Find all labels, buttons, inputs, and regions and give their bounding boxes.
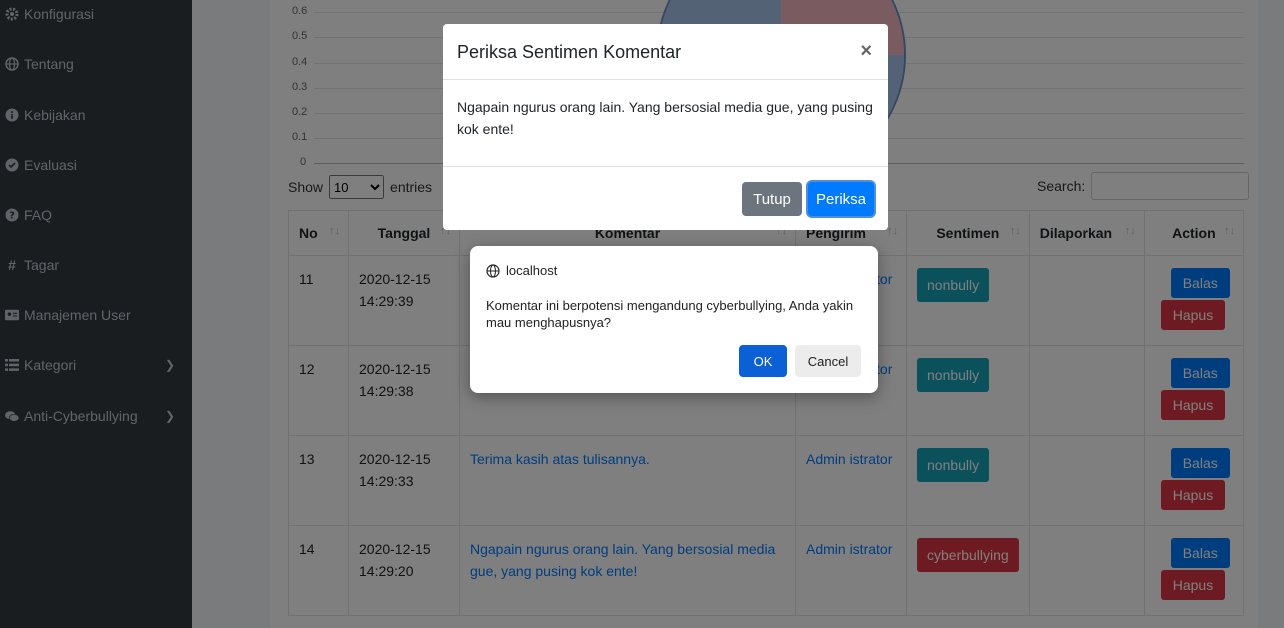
close-icon[interactable]: ×: [860, 40, 872, 63]
modal-header: Periksa Sentimen Komentar ×: [443, 24, 888, 80]
dialog-host-label: localhost: [506, 263, 558, 278]
modal-footer: Tutup Periksa: [443, 166, 888, 230]
globe-icon: [486, 263, 500, 278]
periksa-button[interactable]: Periksa: [808, 182, 874, 216]
ok-button[interactable]: OK: [739, 345, 787, 377]
tutup-button[interactable]: Tutup: [742, 182, 802, 216]
modal-body-text: Ngapain ngurus orang lain. Yang bersosia…: [457, 99, 873, 137]
dialog-message: Komentar ini berpotensi mengandung cyber…: [486, 298, 854, 330]
modal-title: Periksa Sentimen Komentar: [457, 42, 682, 62]
confirm-dialog: localhost Komentar ini berpotensi mengan…: [470, 246, 878, 393]
cancel-button[interactable]: Cancel: [795, 345, 861, 377]
dialog-origin: localhost: [486, 263, 557, 278]
sentiment-modal: Periksa Sentimen Komentar × Ngapain ngur…: [443, 24, 888, 230]
